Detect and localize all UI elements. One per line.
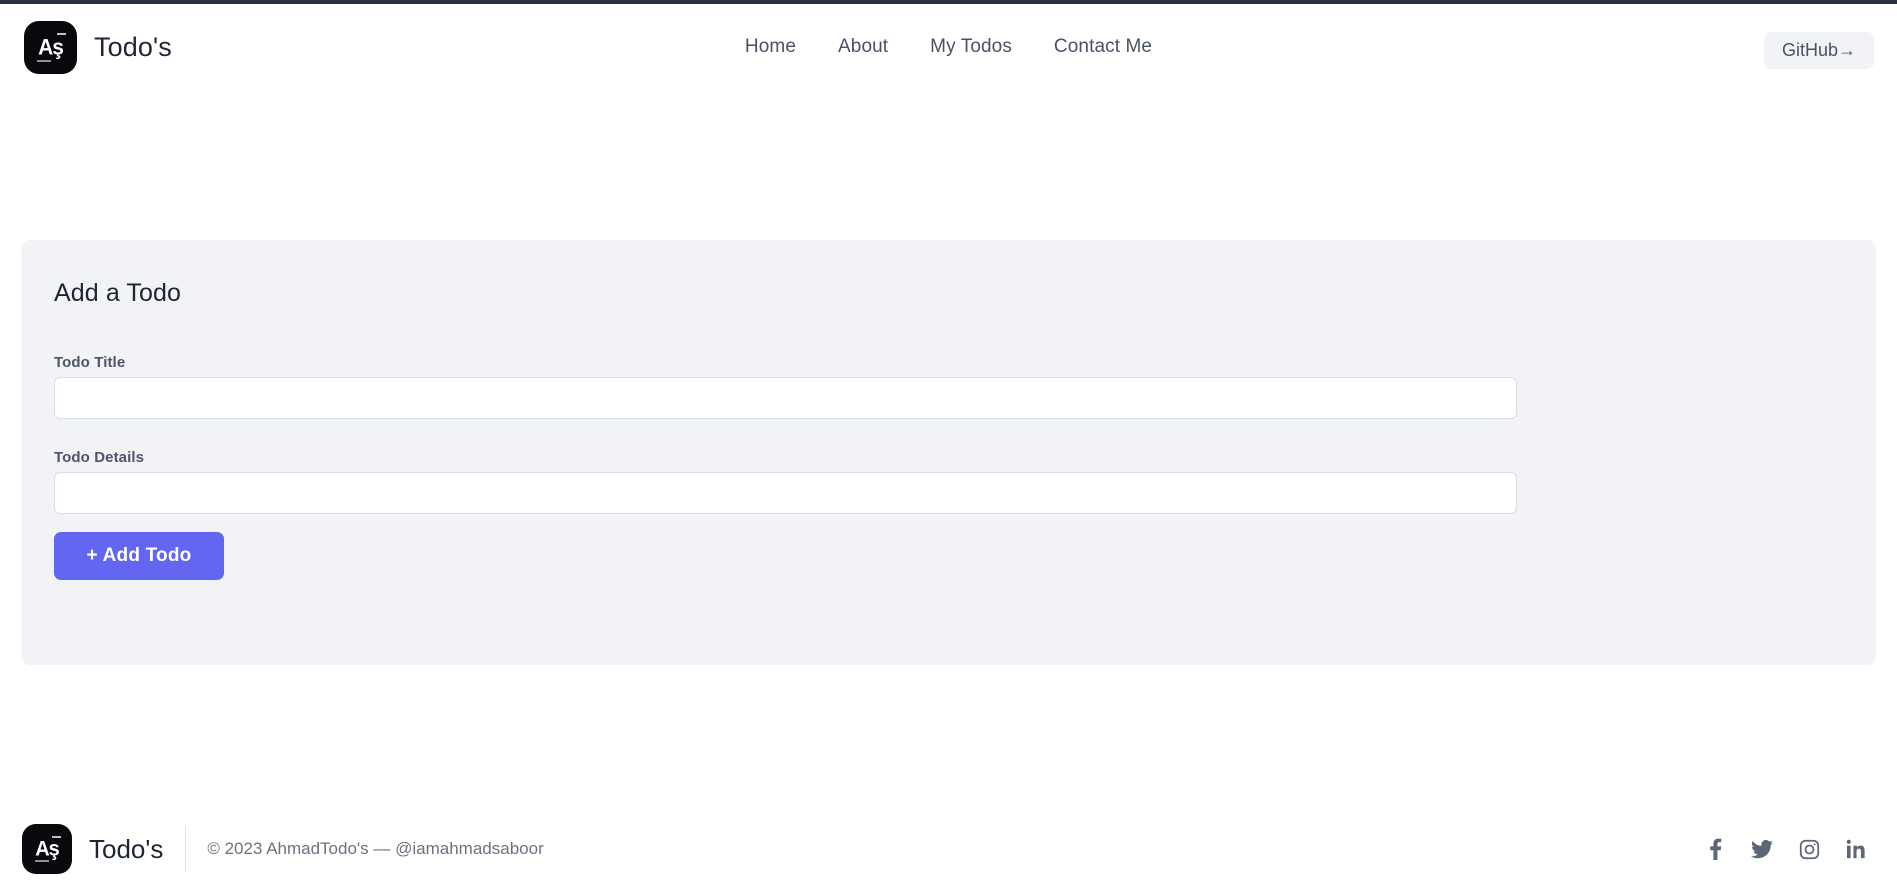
nav-item-home[interactable]: Home: [745, 36, 796, 58]
logo-tick-bottom-icon: [35, 860, 49, 862]
primary-navigation: Home About My Todos Contact Me: [0, 4, 1897, 90]
logo-tick-bottom-icon: [37, 59, 51, 62]
site-header: Aş Todo's Home About My Todos Contact Me…: [0, 4, 1897, 90]
instagram-icon[interactable]: [1798, 837, 1820, 861]
footer-brand-group: Aş Todo's © 2023 AhmadTodo's — @iamahmad…: [22, 819, 544, 879]
card-title: Add a Todo: [54, 279, 182, 307]
nav-item-contact-me[interactable]: Contact Me: [1054, 36, 1152, 58]
facebook-icon[interactable]: [1704, 837, 1726, 861]
linkedin-icon[interactable]: [1845, 837, 1867, 861]
nav-item-about[interactable]: About: [838, 36, 888, 58]
add-todo-button[interactable]: + Add Todo: [54, 532, 224, 580]
logo-monogram-text: Aş: [38, 34, 64, 60]
as-monogram-logo-icon: Aş: [24, 20, 77, 74]
twitter-icon[interactable]: [1751, 837, 1773, 861]
logo-tick-top-icon: [57, 32, 66, 35]
todo-title-input[interactable]: [54, 377, 1517, 419]
logo-monogram-text: Aş: [35, 837, 60, 861]
page-root: Aş Todo's Home About My Todos Contact Me…: [0, 0, 1897, 893]
todo-title-label: Todo Title: [54, 354, 126, 371]
github-button[interactable]: GitHub→: [1763, 32, 1874, 69]
header-brand[interactable]: Aş Todo's: [24, 4, 172, 90]
todo-details-input[interactable]: [54, 472, 1517, 514]
as-monogram-logo-icon: Aş: [22, 824, 72, 874]
nav-item-my-todos[interactable]: My Todos: [930, 36, 1012, 58]
site-footer: Aş Todo's © 2023 AhmadTodo's — @iamahmad…: [0, 805, 1897, 893]
add-todo-card: Add a Todo Todo Title Todo Details + Add…: [21, 240, 1876, 665]
todo-details-label: Todo Details: [54, 449, 145, 466]
header-brand-name: Todo's: [94, 31, 172, 62]
footer-divider: [185, 826, 187, 872]
footer-brand-name: Todo's: [89, 833, 164, 864]
footer-copyright: © 2023 AhmadTodo's — @iamahmadsaboor: [207, 839, 544, 858]
social-links: [1704, 805, 1867, 893]
